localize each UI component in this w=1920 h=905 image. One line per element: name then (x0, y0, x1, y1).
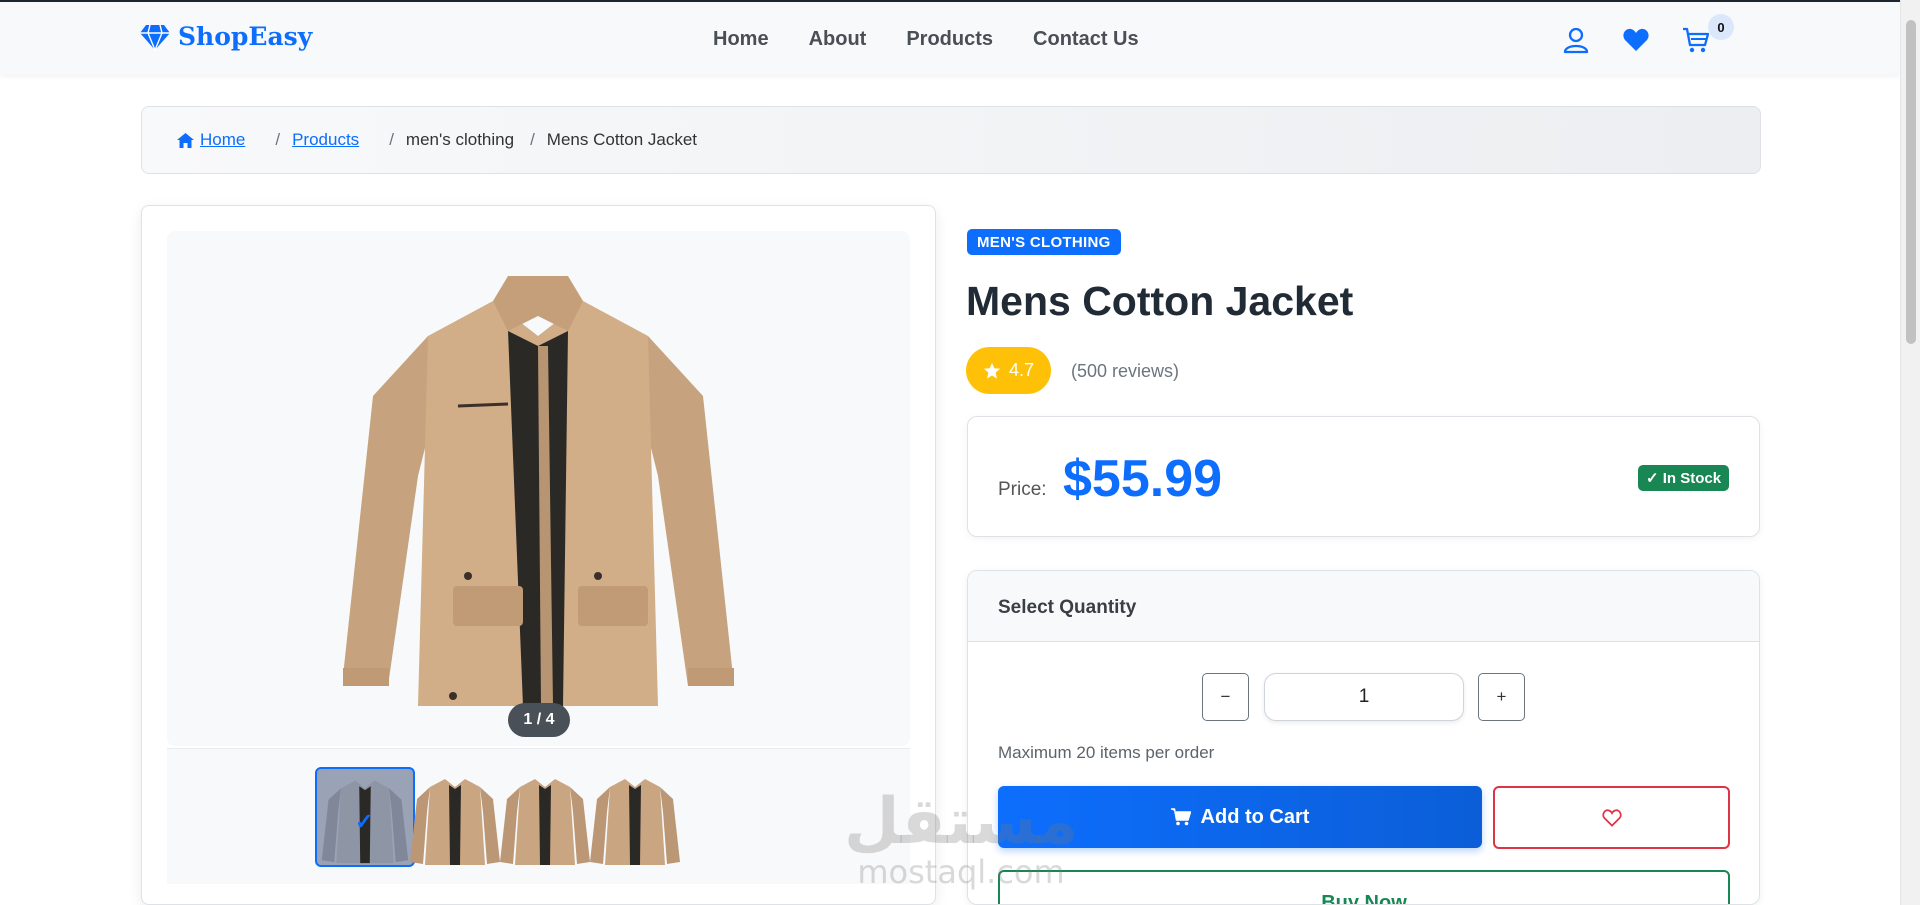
nav-links: Home About Products Contact Us (713, 28, 1139, 51)
nav-about[interactable]: About (809, 28, 867, 51)
brand-logo[interactable]: ShopEasy (140, 22, 312, 51)
breadcrumb-home[interactable]: Home (177, 130, 245, 150)
thumbnail-3[interactable] (495, 767, 595, 867)
selected-check-icon: ✓ (355, 809, 374, 834)
breadcrumb-category: men's clothing (405, 130, 515, 149)
price-label: Price: (998, 479, 1047, 500)
wishlist-button[interactable] (1493, 786, 1730, 849)
product-title: Mens Cotton Jacket (966, 278, 1354, 324)
category-badge: MEN'S CLOTHING (967, 229, 1121, 255)
nav-products[interactable]: Products (906, 28, 993, 51)
home-icon (177, 132, 194, 148)
thumbnail-strip: ✓ (167, 748, 910, 884)
image-counter: 1 / 4 (508, 703, 570, 737)
buy-now-button[interactable]: Buy Now (998, 870, 1730, 904)
price-value: $55.99 (1063, 450, 1223, 508)
nav-contact[interactable]: Contact Us (1033, 28, 1139, 51)
quantity-header: Select Quantity (968, 571, 1759, 642)
heart-icon[interactable] (1622, 26, 1652, 56)
cart-icon[interactable]: 0 (1682, 14, 1734, 56)
breadcrumb-separator: / (530, 130, 535, 149)
breadcrumb-home-label: Home (200, 130, 246, 149)
rating-badge: 4.7 (966, 347, 1051, 394)
brand-name: ShopEasy (178, 22, 313, 51)
product-gallery-card: 1 / 4 ✓ (141, 205, 936, 905)
page-scrollbar[interactable] (1900, 0, 1920, 905)
quantity-input[interactable] (1264, 673, 1464, 721)
breadcrumb-separator: / (389, 130, 394, 149)
navbar: ShopEasy Home About Products Contact Us … (0, 0, 1900, 74)
breadcrumb-separator: / (275, 130, 281, 149)
user-icon[interactable] (1562, 26, 1592, 56)
main-product-image[interactable]: 1 / 4 (167, 231, 910, 746)
price-card: Price: $55.99 ✓ In Stock (967, 416, 1760, 537)
nav-home[interactable]: Home (713, 28, 769, 51)
breadcrumb-products[interactable]: Products (292, 130, 359, 150)
add-to-cart-label: Add to Cart (1200, 805, 1310, 828)
rating-value: 4.7 (1008, 360, 1035, 380)
quantity-decrement-button[interactable]: − (1202, 673, 1249, 721)
thumbnail-jacket (500, 779, 590, 865)
cart-count-badge: 0 (1708, 14, 1734, 40)
thumbnail-jacket (410, 779, 500, 865)
jacket-image (343, 276, 734, 706)
stock-badge: ✓ In Stock (1638, 465, 1730, 491)
scrollbar-thumb[interactable] (1906, 20, 1916, 344)
nav-icons: 0 (1562, 14, 1734, 56)
thumbnail-1[interactable]: ✓ (315, 767, 415, 867)
add-to-cart-button[interactable]: Add to Cart (998, 786, 1482, 848)
review-count[interactable]: (500 reviews) (1071, 361, 1179, 382)
diamond-icon (140, 24, 170, 51)
heart-outline-icon (1601, 809, 1622, 827)
cart-icon (1170, 808, 1191, 826)
breadcrumb-current: Mens Cotton Jacket (546, 130, 698, 149)
thumbnail-2[interactable] (405, 767, 505, 867)
star-icon (983, 362, 1001, 379)
breadcrumb: Home / Products / men's clothing / Mens … (141, 106, 1761, 174)
thumbnail-jacket (590, 779, 680, 865)
quantity-increment-button[interactable]: + (1478, 673, 1525, 721)
quantity-card: Select Quantity − + Maximum 20 items per… (967, 570, 1760, 905)
quantity-limit-note: Maximum 20 items per order (998, 743, 1215, 762)
thumbnail-4[interactable] (585, 767, 685, 867)
